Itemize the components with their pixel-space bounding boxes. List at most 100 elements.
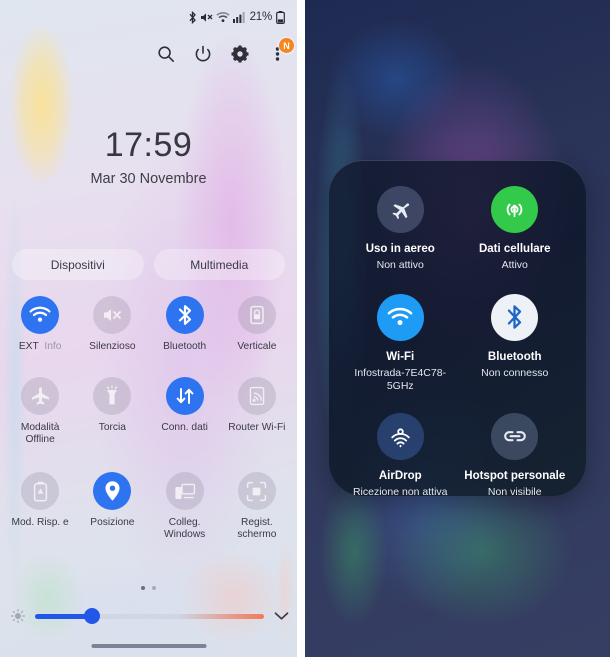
tile-wifi[interactable]: EXT Info xyxy=(4,296,76,353)
tile-flashlight-label: Torcia xyxy=(98,422,126,434)
overflow-menu-icon[interactable]: N xyxy=(267,38,294,64)
tile-screen-recorder-label: Regist. schermo xyxy=(237,517,277,541)
media-button[interactable]: Multimedia xyxy=(153,249,285,280)
bluetooth-icon xyxy=(165,296,204,334)
airplane-icon[interactable] xyxy=(376,186,424,233)
tile-airplane-label: Modalità Offline xyxy=(20,422,60,446)
tile-link-to-windows-label: Colleg. Windows xyxy=(163,517,206,541)
tile-link-to-windows[interactable]: Colleg. Windows xyxy=(149,472,221,541)
devices-button[interactable]: Dispositivi xyxy=(12,249,144,280)
settings-gear-icon[interactable] xyxy=(230,44,250,64)
page-indicator xyxy=(0,586,297,590)
cc-bluetooth-status: Non connesso xyxy=(481,366,549,379)
battery-percent-label: 21% xyxy=(249,11,273,23)
tile-wifi-label: EXT Info xyxy=(19,341,62,353)
wifi-icon[interactable] xyxy=(376,293,424,341)
cc-airdrop-title: AirDrop xyxy=(378,469,422,482)
cc-cellular-title: Dati cellulare xyxy=(478,243,551,255)
tile-airplane[interactable]: Modalità Offline xyxy=(4,377,76,446)
screen-record-icon xyxy=(237,472,276,511)
status-bar: 21% xyxy=(0,0,297,34)
tile-mobile-data-label: Conn. dati xyxy=(161,422,208,434)
location-pin-icon xyxy=(93,472,132,511)
panel-divider xyxy=(297,0,305,657)
brightness-slider[interactable] xyxy=(35,608,264,624)
tile-hotspot[interactable]: Router Wi-Fi xyxy=(221,377,293,446)
link-to-windows-icon xyxy=(165,472,204,511)
tile-power-saving-label: Mod. Risp. e xyxy=(11,517,69,529)
bluetooth-icon[interactable] xyxy=(491,293,539,341)
tile-bluetooth[interactable]: Bluetooth xyxy=(149,296,221,353)
lockscreen-clock: 17:59 Mar 30 Novembre xyxy=(0,128,297,187)
cc-airplane-mode[interactable]: Uso in aereo Non attivo xyxy=(343,186,458,272)
cc-wifi-title: Wi-Fi xyxy=(386,350,415,363)
cc-airdrop-status: Ricezione non attiva xyxy=(352,485,448,498)
battery-icon xyxy=(276,10,285,24)
personal-hotspot-icon[interactable] xyxy=(491,412,539,460)
cc-wifi-status: Infostrada-7E4C78-5GHz xyxy=(354,366,447,392)
tile-power-saving[interactable]: Mod. Risp. e xyxy=(4,472,76,541)
tile-rotation-label: Verticale xyxy=(237,341,277,352)
tile-silent[interactable]: Silenzioso xyxy=(76,296,148,353)
cc-wifi[interactable]: Wi-Fi Infostrada-7E4C78-5GHz xyxy=(343,293,458,393)
tile-row: Modalità Offline Torcia Conn. dati Route… xyxy=(4,377,293,446)
tile-location-label: Posizione xyxy=(90,517,135,529)
cc-hotspot-status: Non visibile xyxy=(487,485,542,498)
cc-hotspot-title: Hotspot personale xyxy=(464,469,566,482)
cc-row: AirDrop Ricezione non attiva Hotspot per… xyxy=(343,412,573,499)
rotation-lock-icon xyxy=(237,296,276,334)
notification-badge: N xyxy=(279,38,294,53)
tile-location[interactable]: Posizione xyxy=(76,472,148,541)
data-transfer-icon xyxy=(165,377,204,416)
cc-row: Wi-Fi Infostrada-7E4C78-5GHz Bluetooth N… xyxy=(343,293,573,393)
brightness-knob[interactable] xyxy=(84,608,101,624)
cc-airplane-status: Non attivo xyxy=(376,258,424,271)
tile-wifi-info: Info xyxy=(44,341,62,352)
bluetooth-icon xyxy=(188,10,197,24)
ios-control-center: Uso in aereo Non attivo Dati cellulare A… xyxy=(305,0,610,657)
tile-screen-recorder[interactable]: Regist. schermo xyxy=(221,472,293,541)
cc-personal-hotspot[interactable]: Hotspot personale Non visibile xyxy=(458,412,573,499)
comparison-screenshot: 21% N 17:59 Mar 30 Novembre Dispositivi … xyxy=(0,0,610,657)
clock-time: 17:59 xyxy=(104,126,193,164)
airdrop-icon[interactable] xyxy=(376,412,424,460)
chevron-down-icon[interactable] xyxy=(273,608,289,624)
mute-icon xyxy=(200,11,213,24)
cc-airplane-title: Uso in aereo xyxy=(365,243,435,255)
battery-saver-icon xyxy=(21,472,60,511)
search-icon[interactable] xyxy=(156,44,176,64)
cc-bluetooth-title: Bluetooth xyxy=(487,350,542,363)
tile-rotation[interactable]: Verticale xyxy=(221,296,293,353)
android-quick-panel: 21% N 17:59 Mar 30 Novembre Dispositivi … xyxy=(0,0,297,657)
brightness-slider-row xyxy=(10,608,289,624)
tile-row: EXT Info Silenzioso Bluetooth Verticale xyxy=(4,296,293,353)
cc-bluetooth[interactable]: Bluetooth Non connesso xyxy=(458,293,573,393)
page-dot-active[interactable] xyxy=(141,586,145,590)
airplane-icon xyxy=(21,377,60,416)
connectivity-card: Uso in aereo Non attivo Dati cellulare A… xyxy=(329,160,586,499)
home-indicator xyxy=(91,644,206,648)
tile-flashlight[interactable]: Torcia xyxy=(76,377,148,446)
mute-icon xyxy=(93,296,132,334)
signal-icon xyxy=(232,11,245,23)
wifi-icon xyxy=(21,296,60,334)
hotspot-icon xyxy=(237,377,276,416)
wifi-icon xyxy=(216,11,230,23)
tile-mobile-data[interactable]: Conn. dati xyxy=(149,377,221,446)
flashlight-icon xyxy=(93,377,132,416)
power-icon[interactable] xyxy=(193,44,213,64)
tile-row: Mod. Risp. e Posizione Colleg. Windows R… xyxy=(4,472,293,541)
page-dot[interactable] xyxy=(152,586,156,590)
clock-date: Mar 30 Novembre xyxy=(90,171,207,187)
quick-panel-pills: Dispositivi Multimedia xyxy=(12,249,285,280)
quick-settings-tiles: EXT Info Silenzioso Bluetooth Verticale … xyxy=(4,296,293,541)
tile-bluetooth-label: Bluetooth xyxy=(163,341,207,352)
cc-row: Uso in aereo Non attivo Dati cellulare A… xyxy=(343,186,572,272)
cc-airdrop[interactable]: AirDrop Ricezione non attiva xyxy=(343,412,458,499)
cc-cellular-data[interactable]: Dati cellulare Attivo xyxy=(458,186,573,272)
quick-panel-header: N xyxy=(156,38,294,64)
tile-wifi-ext: EXT xyxy=(18,341,39,352)
tile-silent-label: Silenzioso xyxy=(89,341,136,352)
cellular-data-icon[interactable] xyxy=(491,186,539,233)
brightness-icon xyxy=(10,608,26,624)
